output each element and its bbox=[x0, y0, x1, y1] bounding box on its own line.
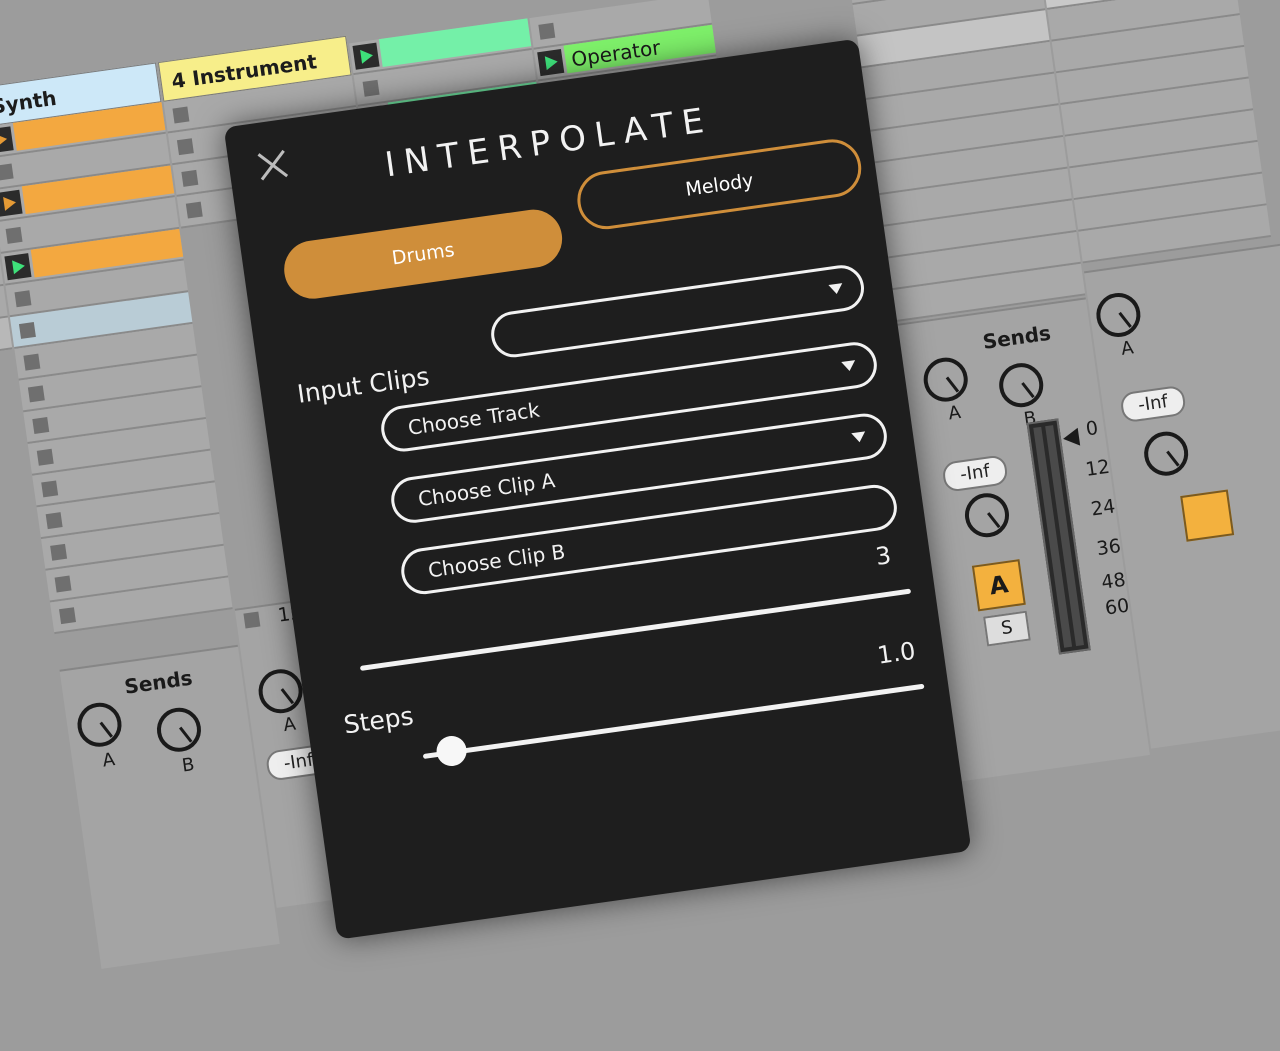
stop-icon[interactable] bbox=[362, 79, 380, 97]
chevron-down-icon bbox=[841, 360, 857, 372]
drums-mode-button[interactable]: Drums bbox=[280, 205, 566, 303]
play-icon[interactable] bbox=[537, 48, 565, 77]
db-scale-48: 48 bbox=[1099, 568, 1128, 594]
solo-button[interactable]: S bbox=[983, 610, 1031, 647]
stop-icon[interactable] bbox=[181, 169, 199, 187]
stop-icon[interactable] bbox=[45, 512, 63, 530]
input-clips-dropdown[interactable] bbox=[488, 262, 867, 361]
play-icon[interactable] bbox=[352, 42, 380, 70]
db-scale-24: 24 bbox=[1089, 495, 1117, 521]
track-activator-button[interactable] bbox=[1180, 489, 1235, 542]
second-slider-track[interactable] bbox=[422, 683, 925, 760]
db-scale-36: 36 bbox=[1095, 535, 1123, 561]
stop-icon[interactable] bbox=[176, 138, 194, 156]
chevron-down-icon bbox=[851, 431, 867, 444]
second-slider-thumb[interactable] bbox=[434, 734, 469, 768]
stop-icon[interactable] bbox=[27, 385, 45, 403]
stop-icon[interactable] bbox=[36, 448, 54, 466]
steps-label: Steps bbox=[341, 701, 416, 740]
stop-icon[interactable] bbox=[50, 543, 68, 561]
volume-fader-icon[interactable] bbox=[1061, 427, 1081, 448]
db-scale-12: 12 bbox=[1084, 455, 1112, 481]
stop-icon[interactable] bbox=[18, 321, 36, 339]
close-icon[interactable] bbox=[253, 145, 294, 186]
choose-clip-b-text: Choose Clip B bbox=[426, 539, 567, 583]
stop-icon[interactable] bbox=[14, 290, 32, 308]
chevron-down-icon bbox=[828, 283, 844, 295]
stop-icon[interactable] bbox=[59, 607, 76, 625]
stop-icon[interactable] bbox=[54, 575, 72, 593]
play-icon[interactable] bbox=[4, 253, 32, 281]
stop-icon[interactable] bbox=[185, 201, 203, 219]
stop-icon[interactable] bbox=[41, 480, 59, 498]
track-activator-button[interactable]: A bbox=[971, 559, 1026, 612]
interpolate-dialog: INTERPOLATE Drums Melody Input Clips Cho… bbox=[223, 38, 972, 940]
input-clips-label: Input Clips bbox=[295, 361, 432, 409]
stop-icon[interactable] bbox=[0, 163, 14, 181]
stop-icon[interactable] bbox=[32, 417, 50, 435]
play-icon[interactable] bbox=[0, 189, 23, 217]
db-scale-60: 60 bbox=[1103, 594, 1131, 620]
stop-icon[interactable] bbox=[23, 353, 41, 371]
play-icon[interactable] bbox=[0, 126, 14, 154]
second-slider-value: 1.0 bbox=[875, 636, 918, 670]
steps-slider-track[interactable] bbox=[359, 588, 912, 671]
steps-value: 3 bbox=[873, 541, 893, 571]
stop-icon[interactable] bbox=[5, 226, 23, 244]
stop-icon[interactable] bbox=[538, 22, 556, 40]
choose-track-text: Choose Track bbox=[406, 397, 542, 440]
choose-clip-a-text: Choose Clip A bbox=[416, 468, 557, 512]
stop-icon[interactable] bbox=[172, 106, 190, 124]
stop-all-icon[interactable] bbox=[243, 611, 261, 629]
live-session-view: Synth 4 Instrument Operator 15 Sends A B… bbox=[0, 0, 1280, 1051]
